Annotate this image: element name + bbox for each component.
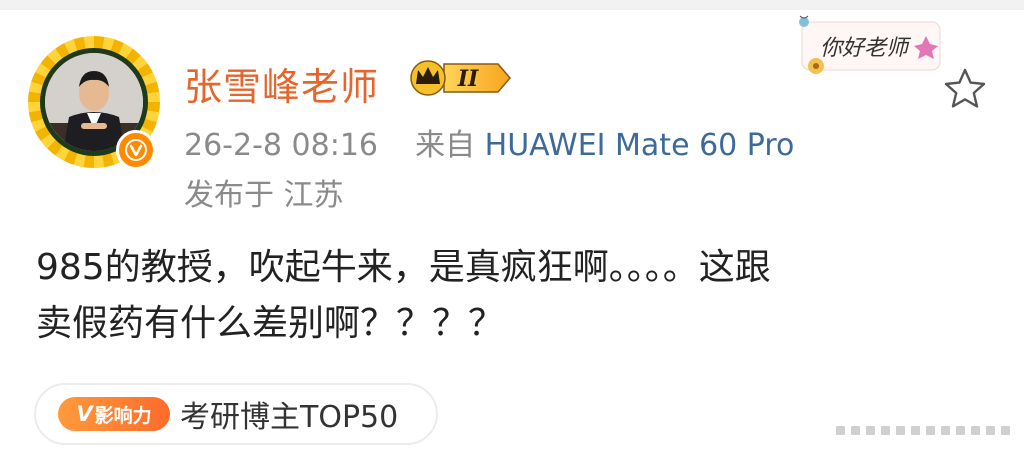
verified-badge [116, 130, 156, 170]
post-content: 985的教授，吹起牛来，是真疯狂啊。。。。这跟 卖假药有什么差别啊？？？？ [36, 240, 996, 352]
post-text-line: 985的教授，吹起牛来，是真疯狂啊。。。。这跟 [36, 247, 771, 288]
post-meta: 26-2-8 08:16 来自 HUAWEI Mate 60 Pro [184, 120, 794, 164]
sticker-text: 你好老师 [820, 36, 909, 61]
post-timestamp: 26-2-8 08:16 [184, 128, 378, 163]
source-device-link[interactable]: HUAWEI Mate 60 Pro [485, 128, 795, 163]
vip-level: II [457, 66, 479, 92]
post-location: 发布于 江苏 [184, 178, 344, 213]
verified-v-icon [125, 139, 147, 161]
top-strip [0, 0, 1024, 10]
influence-badge: V 影响力 [58, 397, 170, 431]
username[interactable]: 张雪峰老师 [184, 56, 379, 111]
source-prefix: 来自 [415, 128, 476, 163]
watermark-dots [836, 426, 1014, 436]
vip-badge[interactable]: II [406, 58, 516, 98]
post-text-line: 卖假药有什么差别啊？？？？ [36, 303, 505, 344]
influence-v-icon: V [76, 402, 93, 426]
favorite-star-icon[interactable] [942, 66, 988, 112]
influence-badge-text: 影响力 [94, 404, 152, 427]
influence-tag-label: 考研博主TOP50 [180, 400, 399, 435]
influence-tag-pill[interactable]: V 影响力 考研博主TOP50 [34, 383, 438, 445]
avatar[interactable] [28, 36, 160, 170]
